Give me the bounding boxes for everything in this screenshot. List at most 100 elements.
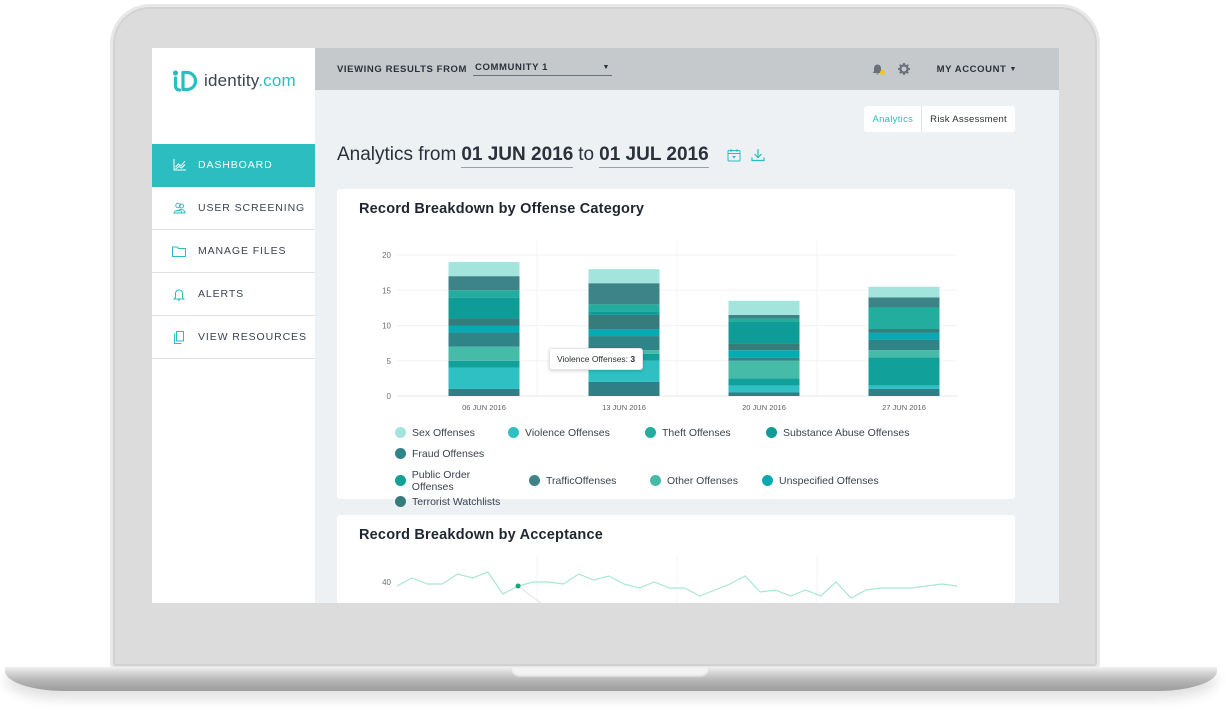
bar-segment[interactable]: Unspecified Offenses: 1 <box>728 350 800 358</box>
bar-segment[interactable]: Registered Sex Offenders: 2 <box>588 381 660 396</box>
sidebar-nav: DASHBOARD USER SCREENING MANAGE FILES AL… <box>152 144 315 359</box>
sidebar-item-view-resources[interactable]: VIEW RESOURCES <box>152 316 315 359</box>
bar-segment[interactable]: Theft Offenses: 1 <box>448 290 520 298</box>
documents-icon <box>172 330 186 344</box>
legend-label: Sex Offenses <box>412 426 475 439</box>
bar-segment[interactable]: Registered Sex Offenders: 1 <box>868 388 940 396</box>
community-select[interactable]: COMMUNITY 1 ▼ <box>473 62 613 76</box>
bar-segment[interactable]: Violence Offenses: 3 <box>448 367 520 389</box>
download-icon <box>751 149 765 162</box>
legend-item[interactable]: Substance Abuse Offenses <box>766 425 926 440</box>
legend-swatch <box>508 427 519 438</box>
bar-segment[interactable]: Sex Offenses: 2 <box>728 300 800 315</box>
bar-segment[interactable]: Violence Offenses: 0.5 <box>868 385 940 389</box>
notification-badge <box>879 70 885 75</box>
chart-line-icon <box>172 158 186 172</box>
bar-segment[interactable]: Other Offenses: 2.5 <box>728 360 800 379</box>
y-tick-label: 0 <box>387 392 392 401</box>
legend-item[interactable]: Terrorist Watchlists <box>395 494 500 509</box>
bar-segment[interactable]: TrafficOffenses: 2 <box>448 276 520 291</box>
calendar-button[interactable] <box>727 148 741 167</box>
bar-segment[interactable]: Public Order Offenses: 1 <box>728 378 800 386</box>
bar-segment[interactable]: Fraud Offenses: 0.5 <box>728 357 800 361</box>
bar-segment[interactable]: Theft Offenses: 3 <box>868 307 940 330</box>
my-account-menu[interactable]: MY ACCOUNT ▼ <box>937 64 1017 75</box>
legend-item[interactable]: Other Offenses <box>650 473 746 488</box>
legend-item[interactable]: Fraud Offenses <box>395 446 484 461</box>
acceptance-chart: 40 <box>382 555 958 603</box>
settings-button[interactable] <box>897 62 911 76</box>
title-joiner: to <box>578 144 595 165</box>
brand-name-main: identity <box>204 71 259 90</box>
bar-segment[interactable]: Other Offenses: 1 <box>868 350 940 358</box>
brand-logo[interactable]: identity.com <box>172 66 296 96</box>
gear-icon <box>897 63 910 75</box>
heading-actions <box>727 148 765 167</box>
sidebar-item-dashboard[interactable]: DASHBOARD <box>152 144 315 187</box>
x-tick-label: 13 JUN 2016 <box>602 403 646 412</box>
chart-tooltip: Violence Offenses: 3 <box>549 348 644 370</box>
bar-segment[interactable]: Registered Sex Offenders: 1 <box>448 388 520 396</box>
x-tick-label: 20 JUN 2016 <box>742 403 786 412</box>
legend-label: Substance Abuse Offenses <box>783 426 910 439</box>
bar-segment[interactable]: Public Order Offenses: 1 <box>448 360 520 368</box>
bar-segment[interactable]: Terrorist Watchlists: 2 <box>588 314 660 330</box>
sidebar-item-user-screening[interactable]: USER SCREENING <box>152 187 315 230</box>
legend-label: Public Order Offenses <box>411 468 471 493</box>
bar-segment[interactable]: TrafficOffenses: 0.5 <box>728 314 800 319</box>
from-date-link[interactable]: 01 JUN 2016 <box>461 144 574 168</box>
bar-segment[interactable]: Sex Offenses: 1.5 <box>868 286 940 298</box>
bar-segment[interactable]: Theft Offenses: 1 <box>588 304 660 312</box>
bar-segment[interactable]: Unspecified Offenses: 1 <box>448 325 520 333</box>
y-tick-label: 5 <box>387 357 392 366</box>
bar-segment[interactable]: Terrorist Watchlists: 1 <box>448 318 520 326</box>
bar-segment[interactable]: Substance Abuse Offenses: 3 <box>728 321 800 344</box>
bar-segment[interactable]: Terrorist Watchlists: 1 <box>728 343 800 351</box>
calendar-icon <box>727 149 741 162</box>
legend-item[interactable]: Public Order Offenses <box>395 469 513 493</box>
bar-segment[interactable]: Public Order Offenses: 4 <box>868 357 940 386</box>
bar-segment[interactable]: Substance Abuse Offenses: 0.5 <box>588 311 660 315</box>
bar-segment[interactable]: Sex Offenses: 2 <box>448 262 520 277</box>
legend-label: TrafficOffenses <box>546 474 617 487</box>
page-title: Analytics from 01 JUN 2016 to 01 JUL 201… <box>337 144 709 168</box>
bar-segment[interactable]: Fraud Offenses: 2 <box>448 332 520 347</box>
title-prefix: Analytics from <box>337 144 457 165</box>
legend-swatch <box>762 475 773 486</box>
legend-item[interactable]: Violence Offenses <box>508 425 629 440</box>
sidebar-item-label: USER SCREENING <box>198 202 306 214</box>
chevron-down-icon: ▼ <box>602 64 611 71</box>
legend-swatch <box>395 448 406 459</box>
bar-segment[interactable]: Theft Offenses: 0.5 <box>728 318 800 322</box>
legend-item[interactable]: TrafficOffenses <box>529 473 634 488</box>
tab-analytics[interactable]: Analytics <box>864 106 923 132</box>
bar-segment[interactable]: TrafficOffenses: 1.5 <box>868 297 940 308</box>
legend-swatch <box>645 427 656 438</box>
legend-item[interactable]: Theft Offenses <box>645 425 750 440</box>
highlighted-point[interactable] <box>515 583 521 589</box>
bar-segment[interactable]: Sex Offenses: 2 <box>588 269 660 284</box>
logo-icon <box>172 70 198 92</box>
bar-segment[interactable]: Violence Offenses: 1 <box>728 385 800 393</box>
legend-item[interactable]: Sex Offenses <box>395 425 492 440</box>
y-tick-label: 20 <box>382 251 391 260</box>
legend-label: Terrorist Watchlists <box>412 495 501 508</box>
y-tick-label: 10 <box>382 322 391 331</box>
offense-category-chart: 05101520Registered Sex Offenders: 1Viole… <box>382 241 957 412</box>
download-button[interactable] <box>751 148 765 167</box>
sidebar-item-manage-files[interactable]: MANAGE FILES <box>152 230 315 273</box>
tooltip-label: Violence Offenses: <box>557 354 629 364</box>
tab-risk-assessment[interactable]: Risk Assessment <box>922 106 1015 132</box>
to-date-link[interactable]: 01 JUL 2016 <box>599 144 709 168</box>
bar-segment[interactable]: Other Offenses: 2 <box>448 346 520 361</box>
bar-segment[interactable]: TrafficOffenses: 3 <box>588 283 660 305</box>
bar-segment[interactable]: Substance Abuse Offenses: 3 <box>448 297 520 319</box>
bar-segment[interactable]: Unspecified Offenses: 1 <box>868 332 940 340</box>
bar-segment[interactable]: Unspecified Offenses: 1 <box>588 329 660 337</box>
bar-segment[interactable]: Terrorist Watchlists: 0.5 <box>868 329 940 333</box>
legend-item[interactable]: Unspecified Offenses <box>762 473 894 488</box>
bar-segment[interactable]: Registered Sex Offenders: 0.5 <box>728 392 800 396</box>
notifications-button[interactable] <box>871 62 885 76</box>
sidebar-item-alerts[interactable]: ALERTS <box>152 273 315 316</box>
bar-segment[interactable]: Fraud Offenses: 1.5 <box>868 339 940 351</box>
